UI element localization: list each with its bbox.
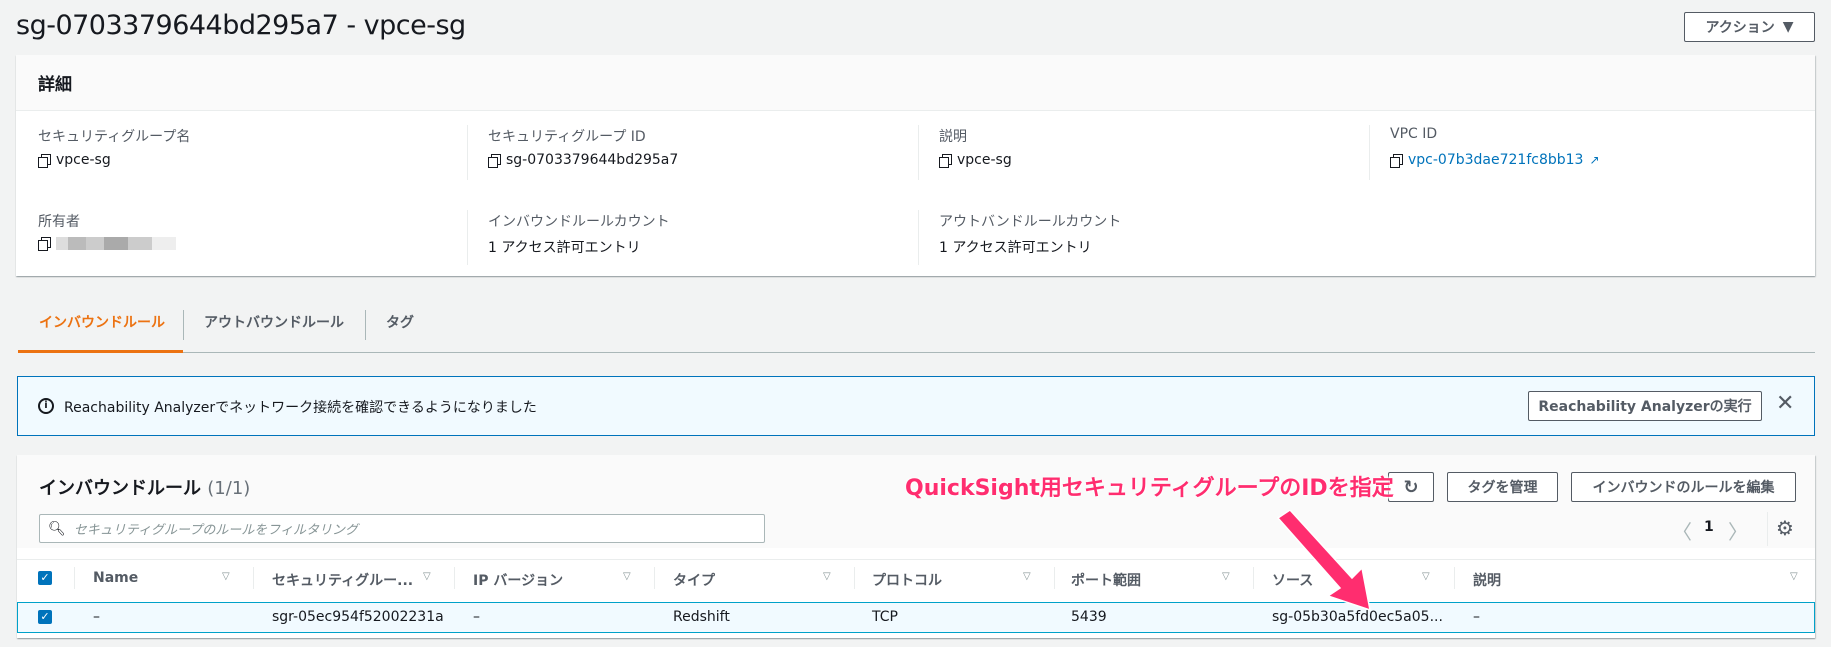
search-icon: 🔍︎ <box>48 520 66 537</box>
row-checkbox[interactable]: ✓ <box>38 610 52 624</box>
cell-type: Redshift <box>673 609 730 625</box>
settings-gear-icon[interactable]: ⚙ <box>1776 516 1794 540</box>
info-banner: i Reachability Analyzerでネットワーク接続を確認できるよう… <box>17 376 1815 436</box>
caret-down-icon: ▼ <box>1782 19 1794 35</box>
tab-tags[interactable]: タグ <box>386 312 414 332</box>
sort-icon[interactable]: ▽ <box>1222 571 1230 582</box>
col-header-type[interactable]: タイプ <box>673 570 715 590</box>
filter-placeholder: セキュリティグループのルールをフィルタリング <box>73 523 358 538</box>
info-icon: i <box>38 398 54 414</box>
sort-icon[interactable]: ▽ <box>623 571 631 582</box>
field-label: アウトバンドルールカウント <box>939 214 1122 230</box>
close-icon[interactable]: ✕ <box>1776 391 1794 416</box>
col-header-protocol[interactable]: プロトコル <box>872 570 942 590</box>
sort-icon[interactable]: ▽ <box>1023 571 1031 582</box>
cell-description: – <box>1473 609 1480 625</box>
cell-protocol: TCP <box>872 609 898 625</box>
redacted-owner <box>56 237 176 250</box>
field-value: vpce-sg <box>56 152 111 168</box>
edit-inbound-rules-button[interactable]: インバウンドのルールを編集 <box>1571 472 1796 502</box>
filter-input[interactable]: 🔍︎ セキュリティグループのルールをフィルタリング <box>39 514 765 543</box>
refresh-icon: ↻ <box>1403 476 1419 498</box>
sort-icon[interactable]: ▽ <box>1422 571 1430 582</box>
copy-icon[interactable] <box>939 153 952 168</box>
field-value: sg-0703379644bd295a7 <box>506 152 679 168</box>
copy-icon[interactable] <box>1390 153 1403 168</box>
page-title: sg-0703379644bd295a7 - vpce-sg <box>16 10 466 41</box>
rules-count: (1/1) <box>207 478 251 499</box>
refresh-button[interactable]: ↻ <box>1388 472 1434 502</box>
copy-icon[interactable] <box>38 237 51 251</box>
sort-icon[interactable]: ▽ <box>222 571 230 582</box>
field-value: 1 アクセス許可エントリ <box>939 240 1092 256</box>
field-label: インバウンドルールカウント <box>488 214 670 230</box>
col-header-ip-version[interactable]: IP バージョン <box>473 570 563 590</box>
field-label: 所有者 <box>38 214 80 230</box>
cell-sgr: sgr-05ec954f52002231a <box>272 609 444 625</box>
page-number[interactable]: 1 <box>1704 519 1714 535</box>
vpc-link[interactable]: vpc-07b3dae721fc8bb13 <box>1408 152 1583 168</box>
annotation-text: QuickSight用セキュリティグループのIDを指定 <box>905 476 1394 501</box>
col-header-port-range[interactable]: ポート範囲 <box>1071 570 1141 590</box>
sort-icon[interactable]: ▽ <box>423 571 431 582</box>
copy-icon[interactable] <box>38 153 51 168</box>
field-label: セキュリティグループ ID <box>488 129 646 145</box>
field-label: セキュリティグループ名 <box>38 129 191 145</box>
actions-label: アクション <box>1705 20 1775 36</box>
sort-icon[interactable]: ▽ <box>1790 571 1798 582</box>
col-header-description[interactable]: 説明 <box>1473 570 1501 590</box>
col-header-name[interactable]: Name <box>93 570 138 586</box>
sort-icon[interactable]: ▽ <box>823 571 831 582</box>
rules-title: インバウンドルール (1/1) <box>39 478 251 499</box>
cell-port-range: 5439 <box>1071 609 1107 625</box>
manage-tags-button[interactable]: タグを管理 <box>1447 472 1558 502</box>
field-label: VPC ID <box>1390 126 1438 142</box>
external-link-icon: ↗ <box>1589 153 1600 167</box>
next-page-icon[interactable]: 〉 <box>1728 516 1748 545</box>
tab-inbound-rules[interactable]: インバウンドルール <box>39 312 165 332</box>
details-panel: 詳細 セキュリティグループ名 vpce-sg セキュリティグループ ID sg-… <box>16 55 1815 276</box>
banner-text: Reachability Analyzerでネットワーク接続を確認できるようにな… <box>64 400 537 416</box>
prev-page-icon[interactable]: 〈 <box>1672 516 1692 545</box>
details-header: 詳細 <box>16 55 1815 111</box>
field-value: vpce-sg <box>957 152 1012 168</box>
cell-ip-version: – <box>473 609 480 625</box>
select-all-checkbox[interactable]: ✓ <box>38 571 52 585</box>
field-value: 1 アクセス許可エントリ <box>488 240 641 256</box>
tab-outbound-rules[interactable]: アウトバウンドルール <box>204 312 344 332</box>
run-reachability-analyzer-button[interactable]: Reachability Analyzerの実行 <box>1528 391 1762 421</box>
cell-name: – <box>93 609 100 625</box>
annotation-arrow-icon <box>1276 510 1371 612</box>
col-header-sgr[interactable]: セキュリティグルー... <box>272 570 413 590</box>
actions-button[interactable]: アクション ▼ <box>1684 12 1815 42</box>
field-label: 説明 <box>939 129 967 145</box>
copy-icon[interactable] <box>488 153 501 168</box>
